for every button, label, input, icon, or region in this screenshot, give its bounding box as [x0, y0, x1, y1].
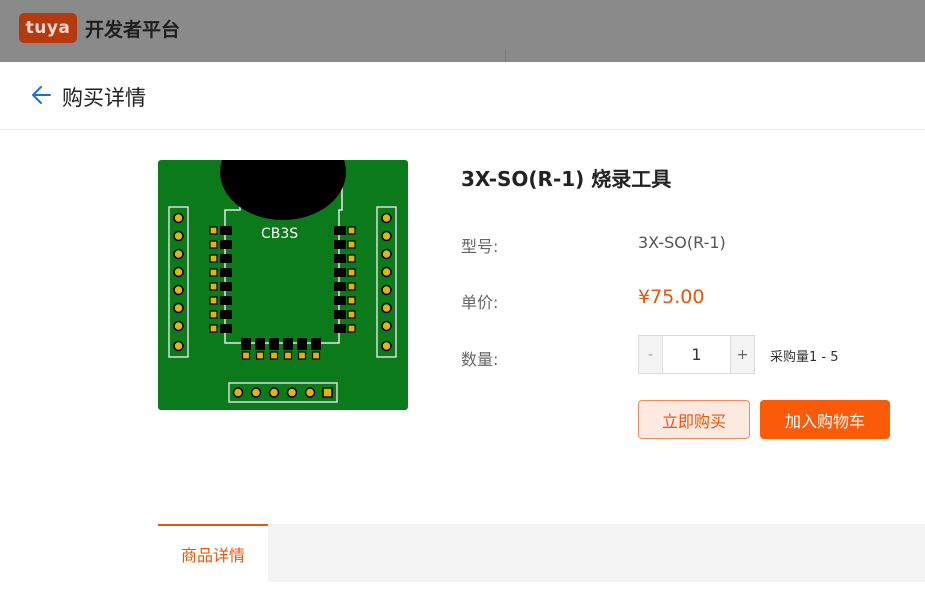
quantity-input[interactable]: [663, 336, 730, 373]
platform-name: 开发者平台: [85, 19, 181, 41]
arrow-left-icon[interactable]: [30, 84, 52, 106]
panel-header: 购买详情: [0, 62, 925, 130]
topbar-divider: [505, 50, 506, 62]
quantity-decrease-button[interactable]: -: [639, 336, 663, 373]
buy-now-button[interactable]: 立即购买: [638, 400, 750, 439]
tuya-logo: tuya: [19, 13, 77, 43]
product-image: CB3S: [158, 160, 408, 410]
quantity-stepper: - +: [638, 335, 755, 374]
product-title: 3X-SO(R-1) 烧录工具: [461, 167, 672, 191]
detail-tab-bar: 商品详情: [158, 524, 925, 582]
page-title: 购买详情: [62, 86, 146, 110]
price-label: 单价:: [461, 293, 499, 312]
model-value: 3X-SO(R-1): [638, 233, 726, 252]
app-topbar: tuya 开发者平台: [0, 0, 925, 62]
quantity-range-note: 采购量1 - 5: [770, 350, 839, 365]
quantity-label: 数量:: [461, 350, 499, 369]
tab-product-details[interactable]: 商品详情: [158, 524, 268, 582]
model-label: 型号:: [461, 237, 499, 256]
module-label: CB3S: [261, 226, 298, 242]
quantity-increase-button[interactable]: +: [730, 336, 754, 373]
add-to-cart-button[interactable]: 加入购物车: [760, 400, 890, 439]
price-value: ¥75.00: [638, 286, 705, 308]
purchase-detail-panel: 购买详情 CB3S 3X-SO(R-1) 烧录工具 型号: 3X-SO(R-1)…: [0, 62, 925, 591]
